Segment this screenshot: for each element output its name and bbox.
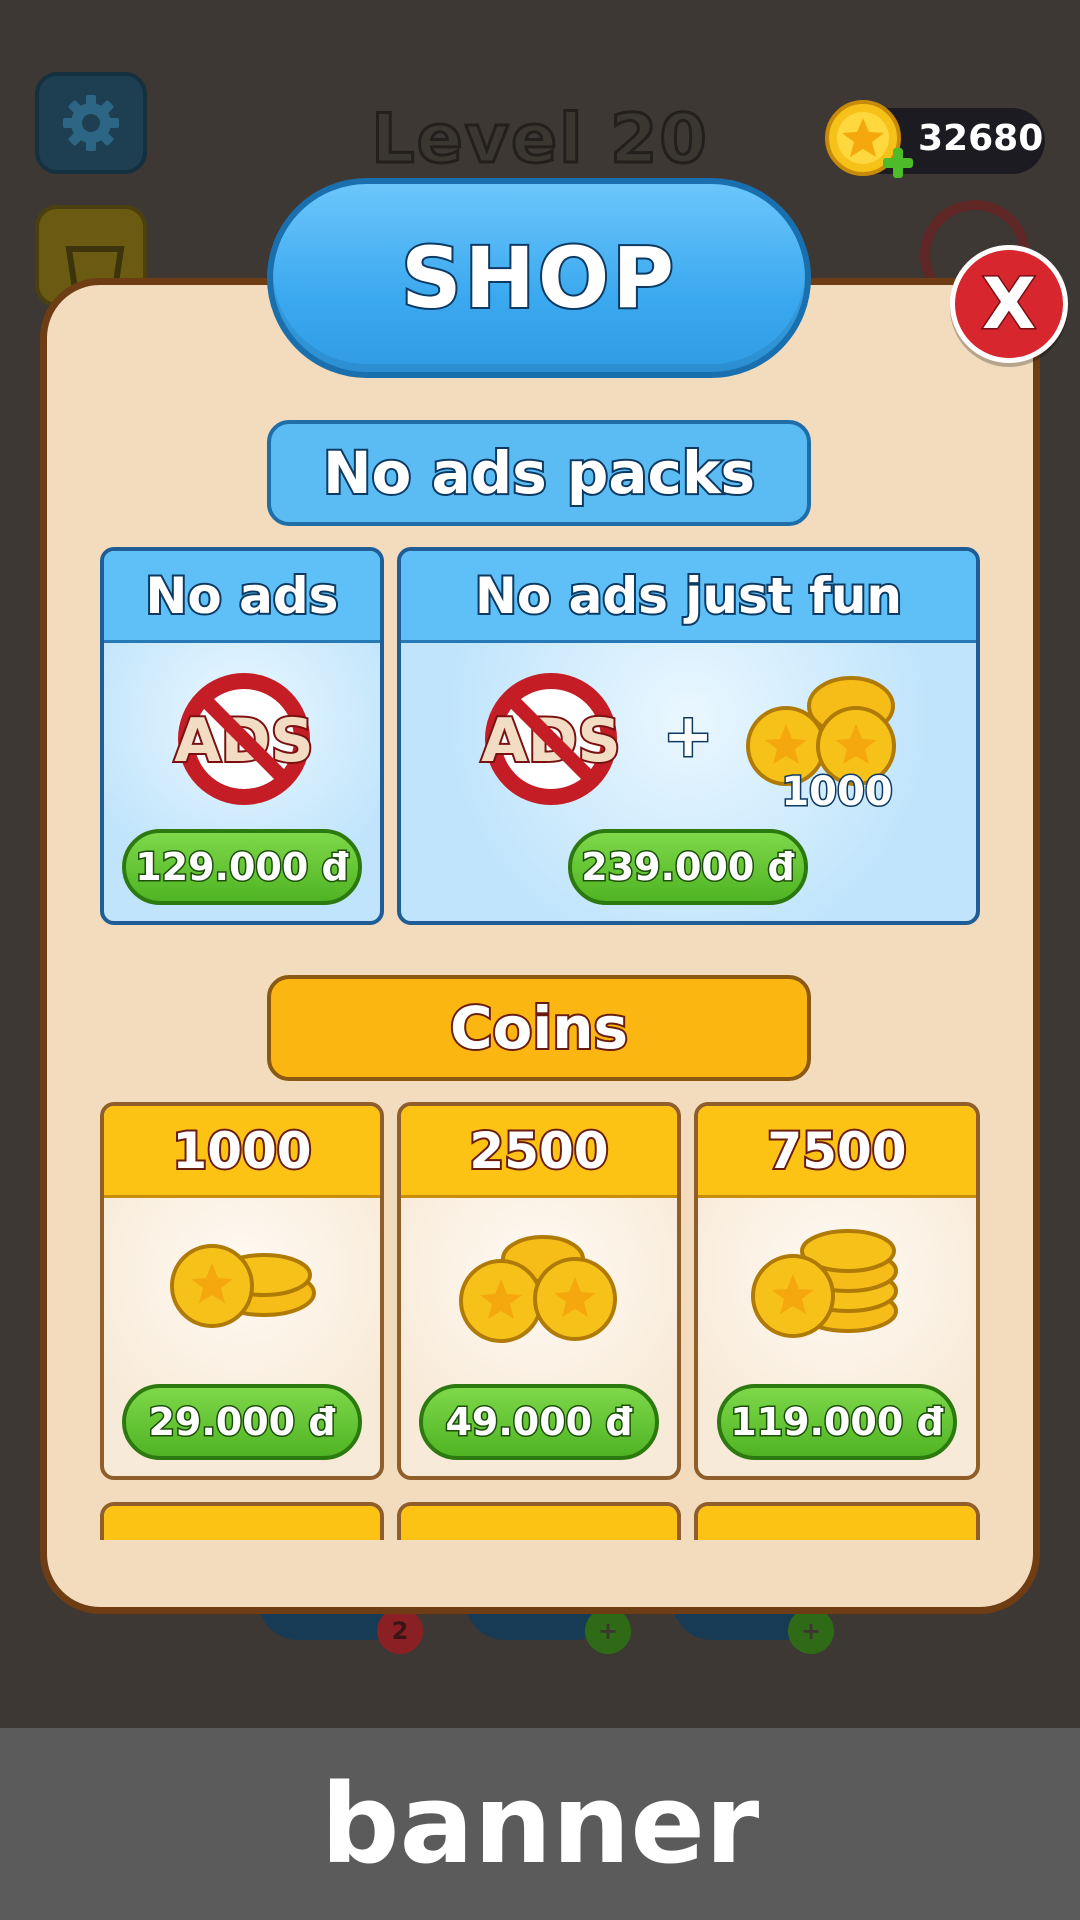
close-button[interactable]: X [950,245,1068,363]
coin-pack-card[interactable]: 7500 119.000 đ [694,1102,980,1480]
shop-title: SHOP [399,227,677,329]
no-ads-icon: ADS [172,673,316,805]
coin-pack-card[interactable]: 2500 49.000 đ [397,1102,681,1480]
coin-pack-amount: 2500 [467,1120,610,1182]
no-ads-icon: ADS [479,673,623,805]
plus-sign: + [661,700,714,773]
coin-counter-value: 32680 [918,118,1044,159]
card-header: 7500 [698,1106,976,1198]
no-ads-pack-card[interactable]: No ads ADS 129.000 đ [100,547,384,925]
coin-pack-card-partial[interactable] [397,1502,681,1540]
booster-add-icon: + [788,1608,834,1654]
no-ads-section-header: No ads packs [267,420,811,526]
card-header: 2500 [401,1106,677,1198]
booster-add-icon: + [585,1608,631,1654]
booster-count-badge: 2 [377,1608,423,1654]
price-label: 49.000 đ [444,1399,634,1446]
price-button[interactable]: 119.000 đ [717,1384,957,1460]
card-title: No ads [144,565,341,627]
card-header: No ads [104,551,380,643]
coin-pack-card-partial[interactable] [694,1502,980,1540]
coin-pack-amount: 7500 [765,1120,908,1182]
coins-section-title: Coins [448,992,630,1064]
coin-pack-amount: 1000 [170,1120,313,1182]
price-button[interactable]: 239.000 đ [568,829,808,905]
coin-stack-icon [170,1244,316,1328]
price-label: 29.000 đ [147,1399,337,1446]
coin-pack-card[interactable]: 1000 29.000 đ [100,1102,384,1480]
bonus-coin-amount: 1000 [780,768,894,817]
coin-stack-icon [459,1235,617,1343]
card-header [104,1506,380,1540]
price-label: 239.000 đ [580,844,797,891]
price-label: 129.000 đ [134,844,351,891]
card-header [698,1506,976,1540]
coins-section-header: Coins [267,975,811,1081]
card-header: 1000 [104,1106,380,1198]
card-title: No ads just fun [473,565,904,627]
no-ads-section-title: No ads packs [321,437,757,509]
price-button[interactable]: 29.000 đ [122,1384,362,1460]
price-button[interactable]: 129.000 đ [122,829,362,905]
no-ads-just-fun-pack-card[interactable]: No ads just fun ADS + 1000 239.000 đ [397,547,980,925]
price-label: 119.000 đ [729,1399,946,1446]
price-button[interactable]: 49.000 đ [419,1384,659,1460]
ad-banner[interactable]: banner [0,1728,1080,1920]
card-header [401,1506,677,1540]
shop-title-banner: SHOP [267,178,811,378]
card-header: No ads just fun [401,551,976,643]
coin-stack-icon [751,1229,898,1338]
coin-pack-card-partial[interactable] [100,1502,384,1540]
coin-icon [825,100,913,178]
banner-label: banner [320,1760,760,1888]
close-icon: X [981,262,1038,347]
